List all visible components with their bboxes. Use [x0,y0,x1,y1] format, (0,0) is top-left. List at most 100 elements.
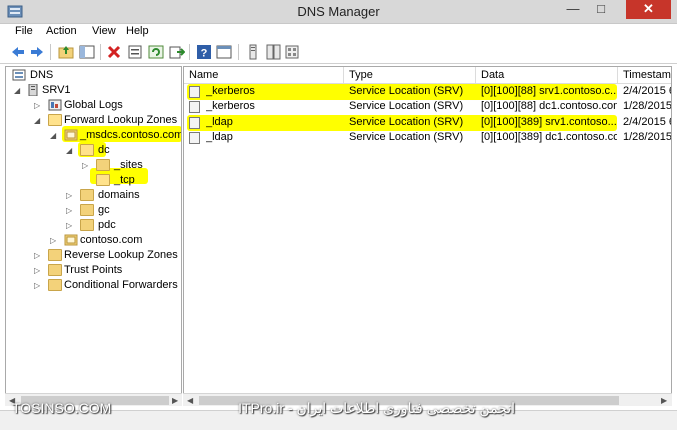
expand-arrow-icon[interactable]: ▷ [34,281,40,290]
menu-file[interactable]: File [15,25,33,37]
column-header-timestamp[interactable]: Timestam [618,67,671,84]
minimize-button[interactable]: — [560,0,586,19]
properties-icon[interactable] [127,44,143,60]
tree-item-sites[interactable]: ▷ _sites [12,158,181,174]
refresh-icon[interactable] [148,44,164,60]
cell-type: Service Location (SRV) [349,85,464,97]
new-record-icon[interactable] [245,44,261,60]
toolbar-separator [238,44,239,60]
console-icon[interactable] [216,44,232,60]
tree-item-trust-points[interactable]: ▷ Trust Points [12,263,181,279]
tree-item-dns[interactable]: DNS [12,68,181,84]
expand-arrow-icon[interactable]: ▷ [34,266,40,275]
menu-view[interactable]: View [92,25,116,37]
tree-item-gc[interactable]: ▷ gc [12,203,181,219]
new-domain-icon[interactable] [265,44,281,60]
tree-label: pdc [98,219,116,231]
filter-icon[interactable] [284,44,300,60]
cell-name: _ldap [206,116,233,128]
toolbar-separator [50,44,51,60]
tree-item-global-logs[interactable]: ▷ Global Logs [12,98,181,114]
menu-help[interactable]: Help [126,25,149,37]
column-header-type[interactable]: Type [344,67,476,84]
tree-label: Forward Lookup Zones [64,114,178,126]
cell-type: Service Location (SRV) [349,100,464,112]
expand-arrow-icon[interactable]: ▷ [82,161,88,170]
table-row[interactable]: _kerberos Service Location (SRV) [0][100… [184,84,672,100]
folder-icon [48,279,62,291]
collapse-arrow-icon[interactable]: ◢ [50,131,56,140]
tree-item-srv1[interactable]: ◢ SRV1 [12,83,181,99]
tree-item-forward-lookup-zones[interactable]: ◢ Forward Lookup Zones [12,113,181,129]
cell-timestamp: 1/28/2015 6 [623,131,672,143]
expand-arrow-icon[interactable]: ▷ [34,251,40,260]
folder-icon [96,174,110,186]
cell-data: [0][100][389] dc1.contoso.com. [481,131,617,143]
toolbar: ? [0,40,677,64]
global-logs-icon [48,99,62,111]
tree-label: contoso.com [80,234,143,246]
tree-item-pdc[interactable]: ▷ pdc [12,218,181,234]
column-header-name[interactable]: Name [184,67,344,84]
back-arrow-icon[interactable] [10,44,26,60]
cell-name: _kerberos [206,100,255,112]
table-row[interactable]: _kerberos Service Location (SRV) [0][100… [184,99,671,115]
title-bar: DNS Manager — □ ✕ [0,0,677,24]
expand-arrow-icon[interactable]: ▷ [50,236,56,245]
collapse-arrow-icon[interactable]: ◢ [14,86,20,95]
collapse-arrow-icon[interactable]: ◢ [66,146,72,155]
folder-icon [48,249,62,261]
column-header-data[interactable]: Data [476,67,618,84]
tree-item-reverse-lookup-zones[interactable]: ▷ Reverse Lookup Zones [12,248,181,264]
srv-record-icon [189,132,200,144]
tree-item-tcp[interactable]: _tcp [12,173,181,189]
folder-icon [48,114,62,126]
cell-timestamp: 2/4/2015 6 [623,85,672,97]
zone-icon [64,234,78,246]
dns-icon [12,69,26,81]
close-button[interactable]: ✕ [626,0,671,19]
forward-arrow-icon[interactable] [29,44,45,60]
tree-label: Conditional Forwarders [64,279,178,291]
expand-arrow-icon[interactable]: ▷ [66,206,72,215]
tree-item-contoso[interactable]: ▷ contoso.com [12,233,181,249]
menu-action[interactable]: Action [46,25,77,37]
srv-record-icon [189,86,200,98]
menu-bar: File Action View Help [0,24,677,40]
expand-arrow-icon[interactable]: ▷ [66,191,72,200]
help-icon[interactable]: ? [196,44,212,60]
tree-item-conditional-forwarders[interactable]: ▷ Conditional Forwarders [12,278,181,294]
tree-item-domains[interactable]: ▷ domains [12,188,181,204]
up-folder-icon[interactable] [58,44,74,60]
folder-icon [80,189,94,201]
expand-arrow-icon[interactable]: ▷ [66,221,72,230]
maximize-button[interactable]: □ [588,0,614,19]
tree-label: Trust Points [64,264,123,276]
zone-icon [64,129,78,141]
export-list-icon[interactable] [169,44,185,60]
scroll-left-icon[interactable]: ◀ [187,394,193,407]
cell-data: [0][100][389] srv1.contoso.... [481,116,617,128]
delete-icon[interactable] [106,44,122,60]
cell-name: _kerberos [206,85,255,97]
tree-label: _sites [114,159,143,171]
cell-data: [0][100][88] srv1.contoso.c... [481,85,617,97]
show-hide-tree-icon[interactable] [79,44,95,60]
cell-timestamp: 2/4/2015 6 [623,116,672,128]
tree-label: DNS [30,69,54,81]
tree-label: gc [98,204,110,216]
srv-record-icon [189,117,200,129]
cell-type: Service Location (SRV) [349,131,464,143]
scroll-right-icon[interactable]: ▶ [661,394,667,407]
tree-item-dc[interactable]: ◢ dc [12,143,181,159]
svg-text:?: ? [201,48,208,60]
table-row[interactable]: _ldap Service Location (SRV) [0][100][38… [184,130,672,146]
scroll-right-icon[interactable]: ▶ [172,394,178,407]
expand-arrow-icon[interactable]: ▷ [34,101,40,110]
table-row[interactable]: _ldap Service Location (SRV) [0][100][38… [184,115,672,131]
tree-label: Global Logs [64,99,123,111]
collapse-arrow-icon[interactable]: ◢ [34,116,40,125]
tree-item-msdcs[interactable]: ◢ _msdcs.contoso.com [12,128,181,144]
srv-record-icon [189,101,200,113]
cell-data: [0][100][88] dc1.contoso.com. [481,100,617,112]
